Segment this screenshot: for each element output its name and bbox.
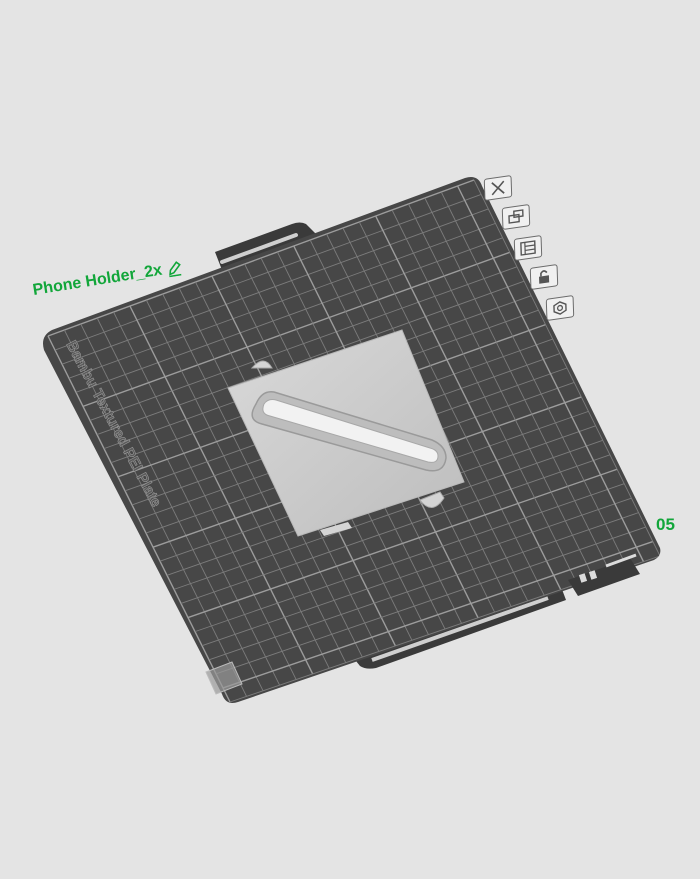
plate-number: 05 (656, 515, 675, 534)
close-plate-button[interactable] (483, 174, 513, 202)
arrange-button[interactable] (501, 203, 531, 231)
layout-icon (520, 240, 536, 256)
3d-viewport[interactable]: Bambu Textured PEI Plate Phone Holder_2x… (0, 0, 700, 874)
orient-button[interactable] (513, 234, 543, 262)
arrange-icon (508, 209, 524, 224)
settings-icon (553, 301, 567, 315)
lock-icon (539, 270, 550, 284)
plate-settings-button[interactable] (545, 294, 575, 322)
edit-icon[interactable] (165, 260, 183, 278)
close-icon (491, 180, 505, 196)
lock-button[interactable] (529, 263, 559, 291)
build-plate-scene[interactable]: Bambu Textured PEI Plate (0, 0, 700, 874)
